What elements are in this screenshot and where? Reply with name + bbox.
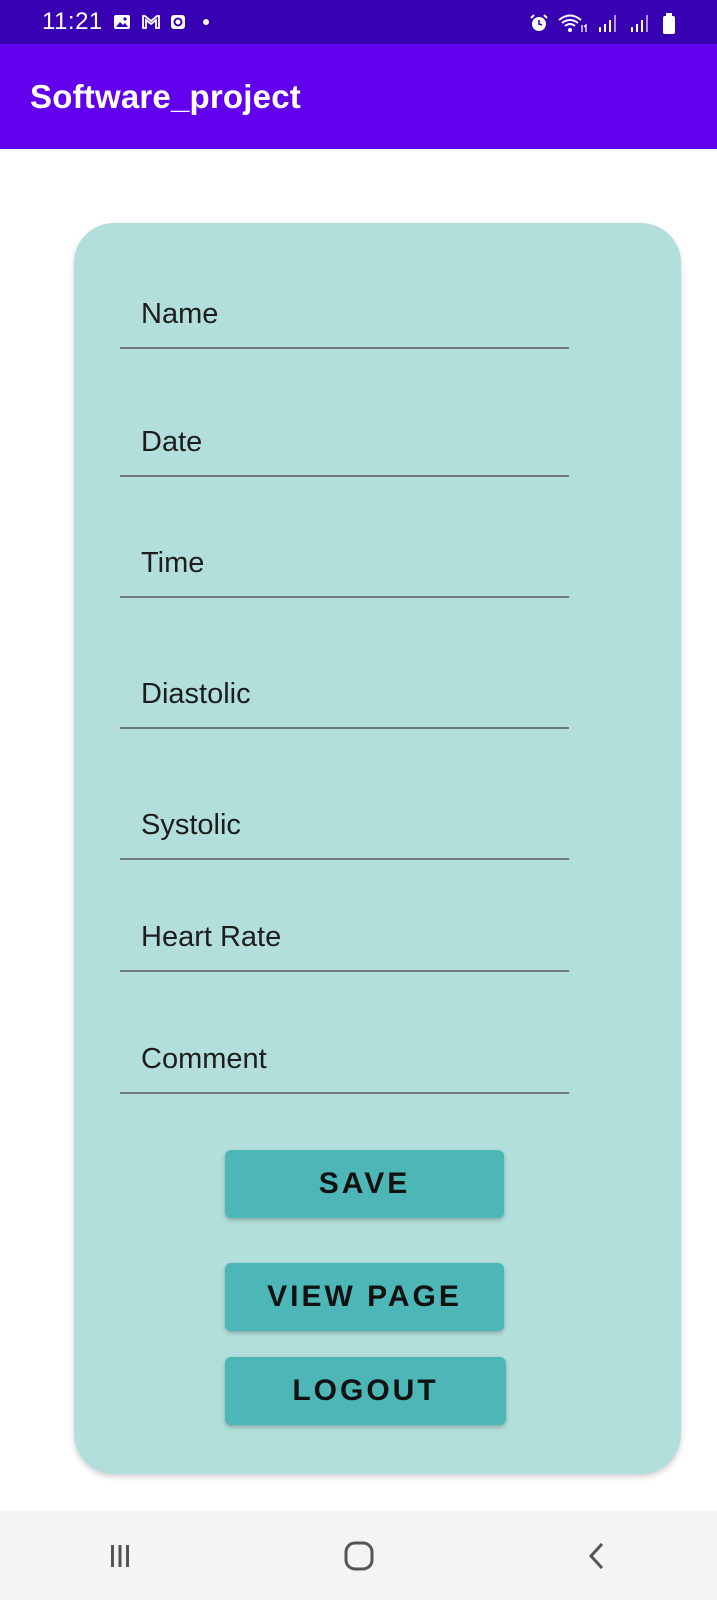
save-button[interactable]: SAVE <box>225 1150 504 1218</box>
alarm-icon <box>529 13 548 31</box>
name-input[interactable] <box>141 298 561 331</box>
wifi-icon <box>557 13 587 32</box>
heart-rate-field[interactable] <box>120 912 569 972</box>
app-bar: Software_project <box>0 44 717 149</box>
comment-field[interactable] <box>120 1034 569 1094</box>
app-title: Software_project <box>30 77 301 115</box>
recents-icon[interactable] <box>90 1526 150 1586</box>
signal-icon <box>597 13 619 32</box>
logout-button[interactable]: LOGOUT <box>225 1357 506 1425</box>
status-right <box>529 13 679 34</box>
systolic-input[interactable] <box>141 809 561 842</box>
diastolic-input[interactable] <box>141 678 561 711</box>
dot-icon <box>197 13 215 31</box>
battery-icon <box>661 13 679 34</box>
name-field[interactable] <box>120 289 569 349</box>
system-nav-bar <box>0 1511 717 1600</box>
view-page-button[interactable]: VIEW PAGE <box>225 1263 504 1331</box>
status-left: 11:21 <box>42 8 215 36</box>
time-input[interactable] <box>141 547 561 580</box>
home-icon[interactable] <box>329 1526 389 1586</box>
back-icon[interactable] <box>568 1526 628 1586</box>
gmail-icon <box>141 13 160 31</box>
diastolic-field[interactable] <box>120 669 569 729</box>
gallery-icon <box>113 13 131 31</box>
heart-rate-input[interactable] <box>141 921 561 954</box>
date-field[interactable] <box>120 417 569 477</box>
status-bar: 11:21 <box>0 0 717 44</box>
app-notification-icon <box>169 13 187 31</box>
systolic-field[interactable] <box>120 800 569 860</box>
comment-input[interactable] <box>141 1043 561 1076</box>
signal-icon-2 <box>629 13 651 32</box>
status-time: 11:21 <box>42 8 103 35</box>
date-input[interactable] <box>141 426 561 459</box>
time-field[interactable] <box>120 538 569 598</box>
